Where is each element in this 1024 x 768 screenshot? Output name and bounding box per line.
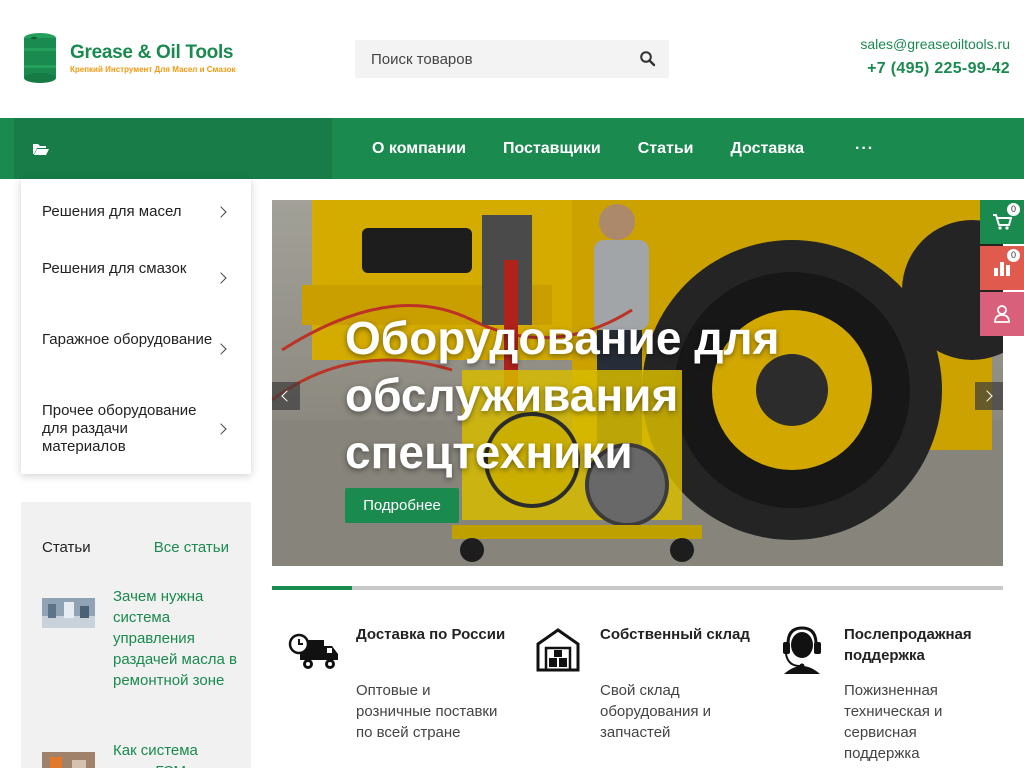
logo-subtitle: Крепкий Инструмент Для Масел и Смазок	[70, 65, 236, 74]
folder-open-icon	[33, 143, 49, 155]
feature-title: Послепродажная поддержка	[844, 626, 972, 664]
search-icon[interactable]	[639, 50, 657, 68]
nav-more-button[interactable]: ···	[855, 140, 874, 158]
all-articles-link[interactable]: Все статьи	[154, 539, 229, 556]
menu-item-grease-solutions[interactable]: Решения для смазок	[21, 260, 251, 284]
main-nav: О компании Поставщики Статьи Доставка ··…	[0, 118, 1024, 179]
compare-count-badge: 0	[1007, 249, 1020, 262]
cart-icon	[993, 214, 1012, 230]
nav-item-delivery[interactable]: Доставка	[731, 140, 805, 158]
truck-icon	[288, 633, 338, 669]
compare-button[interactable]: 0	[980, 246, 1024, 290]
category-menu: Решения для масел Решения для смазок Гар…	[21, 179, 251, 474]
support-headset-icon	[783, 626, 821, 674]
menu-item-garage-equipment[interactable]: Гаражное оборудование	[21, 331, 251, 355]
cart-count-badge: 0	[1007, 203, 1020, 216]
catalog-button[interactable]	[14, 118, 332, 179]
menu-item-oil-solutions[interactable]: Решения для масел	[21, 203, 251, 221]
user-icon	[994, 305, 1010, 323]
chevron-right-icon	[215, 343, 227, 355]
slider-next-icon[interactable]	[975, 382, 1003, 410]
account-button[interactable]	[980, 292, 1024, 336]
nav-item-articles[interactable]: Статьи	[638, 140, 694, 158]
feature-text: Оптовые и розничные поставки по всей стр…	[356, 682, 498, 741]
compare-chart-icon	[994, 262, 1010, 276]
menu-item-label: Решения для масел	[42, 203, 182, 220]
article-thumbnail	[42, 752, 95, 768]
header-contacts: sales@greaseoiltools.ru +7 (495) 225-99-…	[860, 36, 1010, 78]
warehouse-icon	[536, 628, 580, 672]
email-link[interactable]: sales@greaseoiltools.ru	[860, 36, 1010, 52]
menu-item-label: Прочее оборудование для раздачи материал…	[42, 402, 197, 455]
article-thumbnail	[42, 598, 95, 628]
slider-progress	[272, 586, 1003, 590]
nav-item-about[interactable]: О компании	[372, 140, 466, 158]
site-header: Grease & Oil Tools Крепкий Инструмент Дл…	[0, 0, 1024, 118]
site-logo[interactable]: Grease & Oil Tools Крепкий Инструмент Дл…	[22, 30, 242, 86]
chevron-right-icon	[215, 272, 227, 284]
menu-item-label: Гаражное оборудование	[42, 331, 213, 348]
article-item[interactable]: Как система учета ГСМ	[42, 740, 238, 768]
nav-item-suppliers[interactable]: Поставщики	[503, 140, 601, 158]
hero-title: Оборудование для обслуживания спецтехник…	[345, 312, 780, 478]
search-box	[355, 40, 669, 78]
feature-title: Доставка по России	[356, 626, 506, 643]
article-item[interactable]: Зачем нужна система управления раздачей …	[42, 586, 238, 691]
feature-text: Свой склад оборудования и запчастей	[600, 682, 712, 741]
cart-button[interactable]: 0	[980, 200, 1024, 244]
articles-heading: Статьи	[42, 539, 91, 556]
phone-link[interactable]: +7 (495) 225-99-42	[860, 60, 1010, 78]
menu-item-label: Решения для смазок	[42, 260, 187, 277]
logo-title: Grease & Oil Tools	[70, 42, 234, 63]
slider-prev-icon[interactable]	[272, 382, 300, 410]
slider-progress-fill	[272, 586, 353, 590]
search-input[interactable]	[355, 50, 615, 68]
feature-text: Пожизненная техническая и сервисная подд…	[844, 682, 943, 762]
hero-slider: Оборудование для обслуживания спецтехник…	[272, 200, 1003, 566]
article-title: Как система учета ГСМ	[113, 742, 198, 768]
menu-item-other-equipment[interactable]: Прочее оборудование для раздачи материал…	[21, 402, 251, 456]
chevron-right-icon	[215, 423, 227, 435]
nav-links: О компании Поставщики Статьи Доставка ··…	[372, 118, 874, 179]
feature-title: Собственный склад	[600, 626, 750, 643]
article-title: Зачем нужна система управления раздачей …	[113, 588, 237, 689]
barrel-logo-icon	[24, 33, 56, 83]
articles-widget: Статьи Все статьи Зачем нужна система уп…	[21, 502, 251, 768]
hero-more-button[interactable]: Подробнее	[345, 488, 459, 523]
chevron-right-icon	[215, 206, 227, 218]
